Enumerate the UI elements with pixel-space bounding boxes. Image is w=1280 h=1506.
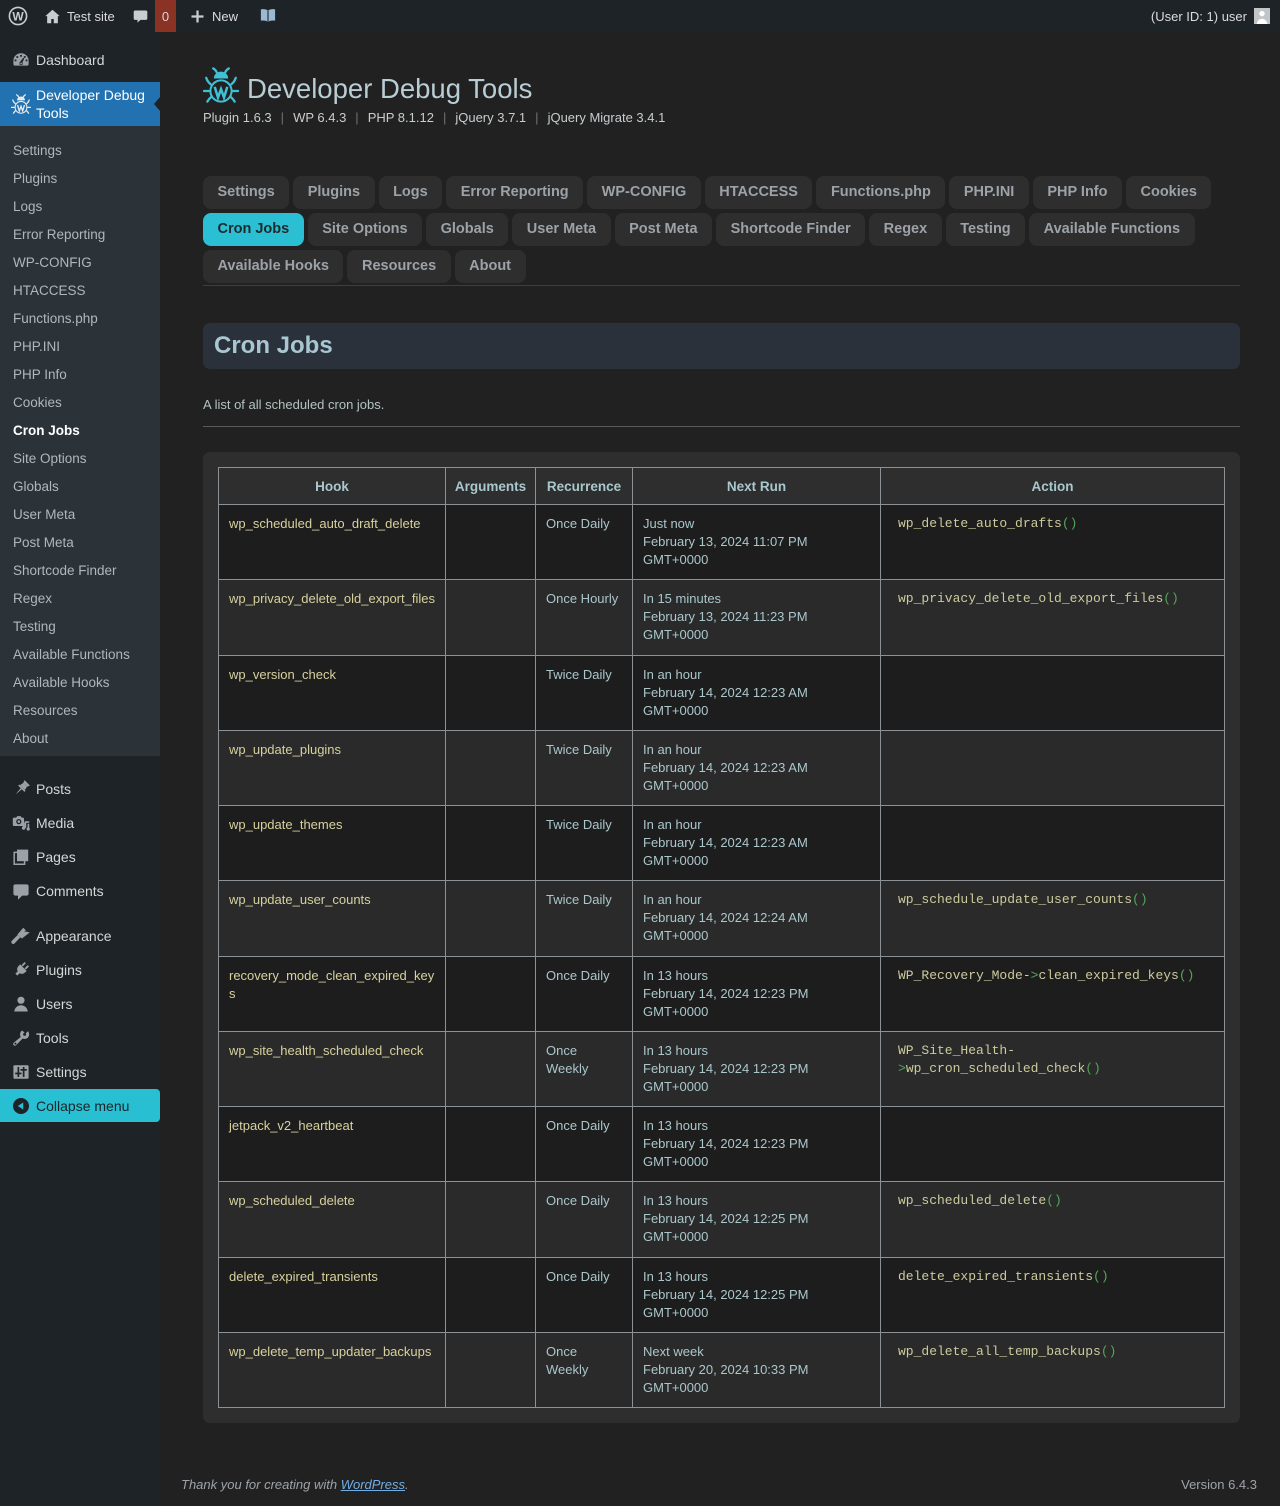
svg-text:W: W bbox=[12, 10, 24, 24]
